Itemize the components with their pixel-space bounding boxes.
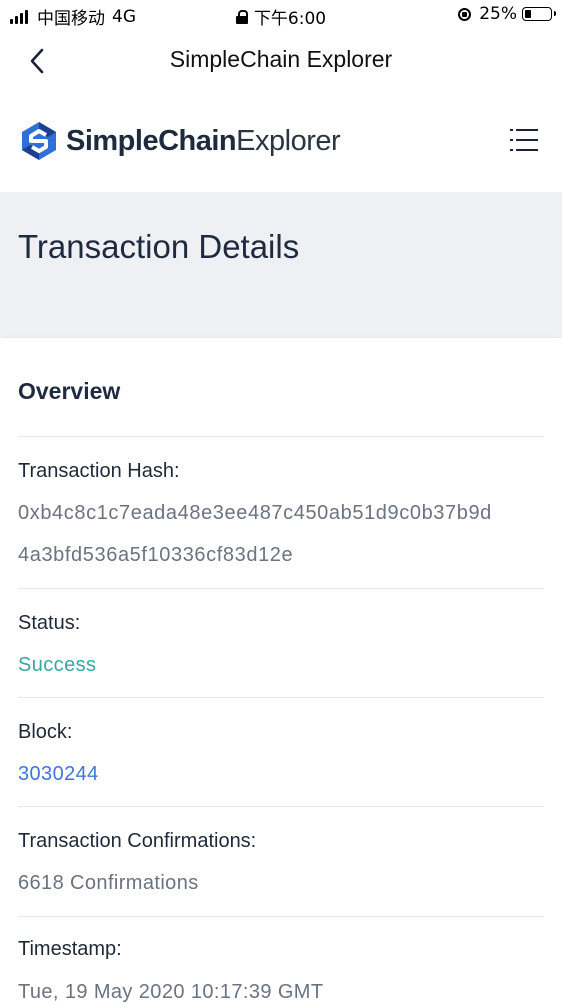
status-right: 25% [458,4,556,24]
nav-title: SimpleChain Explorer [169,46,393,72]
timestamp-label: Timestamp: [18,938,122,960]
transaction-hash-value-line1[interactable]: 0xb4c8c1c7eada48e3ee487c450ab51d9c0b37b9… [18,502,492,525]
nav-bar: SimpleChain Explorer [0,30,562,92]
transaction-hash-label: Transaction Hash: [18,460,180,482]
block-number-link[interactable]: 3030244 [18,763,99,786]
site-logo[interactable]: SimpleChainExplorer [18,120,341,162]
confirmations-label: Transaction Confirmations: [18,830,257,852]
simplechain-logo-icon [22,122,56,160]
divider [18,916,544,917]
page-title: Transaction Details [18,228,300,265]
overview-heading: Overview [18,378,121,404]
status-label: Status: [18,612,81,634]
overview-card: Overview Transaction Hash: 0xb4c8c1c7ead… [0,338,562,1003]
divider [18,697,544,698]
logo-text-light: Explorer [236,124,341,157]
status-value: Success [18,654,97,676]
page-banner: Transaction Details [0,192,562,338]
battery-icon [522,7,556,21]
divider [18,436,544,437]
hamburger-menu-icon[interactable] [510,129,538,153]
block-label: Block: [18,721,73,743]
transaction-hash-value-line2[interactable]: 4a3bfd536a5f10336cf83d12e [18,544,293,567]
divider [18,806,544,807]
logo-text-strong: SimpleChain [66,124,237,157]
logo-text: SimpleChainExplorer [66,124,341,158]
battery-percentage: 25% [479,4,517,24]
orientation-lock-icon [458,7,472,21]
confirmations-value: 6618 Confirmations [18,872,199,894]
status-time: 下午6:00 [253,9,327,29]
lock-icon [235,9,248,24]
site-header: SimpleChainExplorer [0,92,562,192]
status-bar: 中国移动 4G 下午6:00 25% [0,0,562,30]
divider [18,588,544,589]
battery-level [525,10,531,18]
timestamp-value: Tue, 19 May 2020 10:17:39 GMT [18,981,324,1003]
